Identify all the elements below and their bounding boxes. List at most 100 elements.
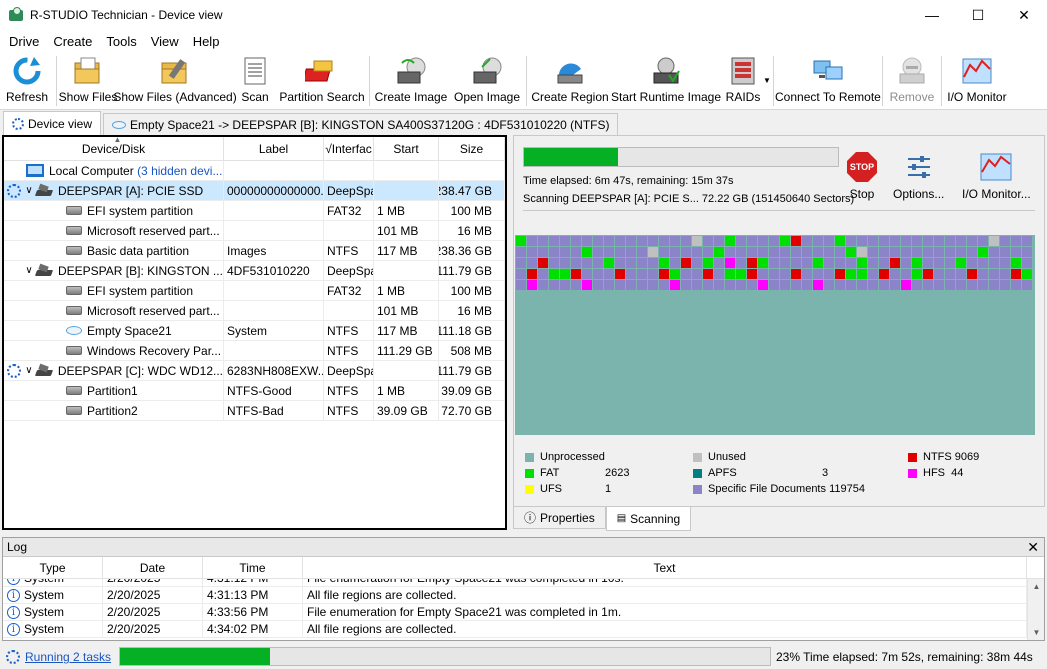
scan-map-cell <box>835 390 845 400</box>
tab-properties[interactable]: ⓘ Properties <box>513 507 606 529</box>
tree-row-partition[interactable]: Partition1 NTFS-Good NTFS 1 MB 39.09 GB <box>4 381 505 401</box>
tree-row-disk[interactable]: ∨ DEEPSPAR [A]: PCIE SSD 00000000000000...… <box>4 181 505 201</box>
scan-button[interactable]: Scan <box>233 52 277 108</box>
scan-map-cell <box>780 313 790 323</box>
scan-map-cell <box>989 291 999 301</box>
column-header-device[interactable]: ▲ Device/Disk <box>4 137 224 160</box>
options-button[interactable]: Options... <box>893 152 944 201</box>
collapse-chevron-icon[interactable]: ∨ <box>23 185 35 196</box>
tree-cell-name: Partition2 <box>87 403 138 418</box>
scan-map-cell <box>769 302 779 312</box>
collapse-chevron-icon[interactable]: ∨ <box>23 365 35 376</box>
scan-map-cell <box>824 269 834 279</box>
log-row[interactable]: i System 2/20/2025 4:31:13 PM All file regio… <box>3 586 1027 604</box>
tree-row-disk[interactable]: ∨ DEEPSPAR [C]: WDC WD12... 6283NH808EXW..… <box>4 361 505 381</box>
scroll-up-icon[interactable]: ▲ <box>1028 579 1044 594</box>
tree-row-partition[interactable]: Partition2 NTFS-Bad NTFS 39.09 GB 72.70 GB <box>4 401 505 421</box>
create-region-button[interactable]: Create Region <box>529 52 611 108</box>
scan-map-cell <box>626 291 636 301</box>
menu-tools[interactable]: Tools <box>99 34 143 49</box>
menu-view[interactable]: View <box>144 34 186 49</box>
menu-create[interactable]: Create <box>46 34 99 49</box>
log-column-date[interactable]: Date <box>103 557 203 578</box>
tree-row-partition[interactable]: Basic data partition Images NTFS 117 MB 238.… <box>4 241 505 261</box>
running-tasks-link[interactable]: Running 2 tasks <box>25 650 111 664</box>
io-monitor-scan-label: I/O Monitor... <box>962 187 1031 201</box>
scan-map-cell <box>703 379 713 389</box>
scan-map-cell <box>934 280 944 290</box>
scan-map-cell <box>681 247 691 257</box>
log-cell-type: System <box>24 579 64 585</box>
collapse-chevron-icon[interactable]: ∨ <box>23 265 35 276</box>
raids-dropdown-arrow-icon[interactable]: ▼ <box>763 76 771 85</box>
show-files-button[interactable]: Show Files <box>59 52 117 108</box>
tree-row-partition[interactable]: Microsoft reserved part... 101 MB 16 MB <box>4 221 505 241</box>
scan-map-cell <box>670 258 680 268</box>
tab-device-view[interactable]: Device view <box>3 111 102 135</box>
scan-map-cell <box>670 302 680 312</box>
tree-row-partition[interactable]: Empty Space21 System NTFS 117 MB 111.18 GB <box>4 321 505 341</box>
scan-map-cell <box>714 247 724 257</box>
scan-map-cell <box>648 324 658 334</box>
log-row[interactable]: i System 2/20/2025 4:33:56 PM File enumerati… <box>3 603 1027 621</box>
log-scrollbar[interactable]: ▲ ▼ <box>1027 579 1044 640</box>
tree-row-partition[interactable]: EFI system partition FAT32 1 MB 100 MB <box>4 201 505 221</box>
tree-row-partition[interactable]: Microsoft reserved part... 101 MB 16 MB <box>4 301 505 321</box>
stop-button[interactable]: STOP Stop <box>847 152 877 201</box>
column-header-interface[interactable]: √Interfac <box>324 137 374 160</box>
scan-map-cell <box>802 412 812 422</box>
log-column-type[interactable]: Type <box>3 557 103 578</box>
scan-map-cell <box>615 324 625 334</box>
log-row[interactable]: i System 2/20/2025 4:34:02 PM All file regio… <box>3 620 1027 638</box>
connect-to-remote-button[interactable]: Connect To Remote <box>775 52 881 108</box>
open-image-button[interactable]: Open Image <box>450 52 524 108</box>
log-column-text[interactable]: Text <box>303 557 1027 578</box>
scan-map-cell <box>538 258 548 268</box>
menu-help[interactable]: Help <box>186 34 227 49</box>
scan-map-cell <box>549 423 559 433</box>
hidden-devices-link[interactable]: (3 hidden devi... <box>137 164 222 178</box>
create-image-button[interactable]: Create Image <box>372 52 450 108</box>
scroll-down-icon[interactable]: ▼ <box>1028 625 1044 640</box>
raids-button[interactable]: RAIDs <box>721 52 765 108</box>
scan-map-cell <box>736 423 746 433</box>
scan-map-cell <box>593 280 603 290</box>
tab-scanning[interactable]: ▤ Scanning <box>605 507 692 531</box>
remove-button[interactable]: Remove <box>885 52 939 108</box>
scan-map-cell <box>835 258 845 268</box>
column-header-size[interactable]: Size <box>439 137 505 160</box>
io-monitor-scan-button[interactable]: I/O Monitor... <box>962 152 1031 201</box>
scan-map-cell <box>879 390 889 400</box>
scan-map-cell <box>648 269 658 279</box>
tree-row-local-computer[interactable]: Local Computer (3 hidden devi... <box>4 161 505 181</box>
tab-device-view-label: Device view <box>28 116 93 131</box>
log-column-time[interactable]: Time <box>203 557 303 578</box>
menu-drive[interactable]: Drive <box>2 34 46 49</box>
scan-map-cell <box>934 313 944 323</box>
tree-row-partition[interactable]: Windows Recovery Par... NTFS 111.29 GB 508 … <box>4 341 505 361</box>
scan-map-cell <box>659 258 669 268</box>
show-files-advanced-button[interactable]: Show Files (Advanced) <box>113 52 237 108</box>
log-close-button[interactable]: ✕ <box>1027 539 1039 556</box>
tree-cell-size: 16 MB <box>439 221 505 241</box>
tree-row-partition[interactable]: EFI system partition FAT32 1 MB 100 MB <box>4 281 505 301</box>
column-header-label[interactable]: Label <box>224 137 324 160</box>
tab-scan-target[interactable]: Empty Space21 -> DEEPSPAR [B]: KINGSTON … <box>103 113 619 135</box>
minimize-button[interactable]: — <box>909 0 955 30</box>
column-header-start[interactable]: Start <box>374 137 439 160</box>
scan-map-cell <box>791 291 801 301</box>
scan-map-cell <box>637 346 647 356</box>
close-button[interactable]: ✕ <box>1001 0 1047 30</box>
scan-map-cell <box>890 390 900 400</box>
scan-map-cell <box>912 258 922 268</box>
scan-map-cell <box>923 390 933 400</box>
partition-search-button[interactable]: Partition Search <box>277 52 367 108</box>
scan-map-cell <box>780 368 790 378</box>
scan-map-cell <box>516 423 526 433</box>
tree-row-disk[interactable]: ∨ DEEPSPAR [B]: KINGSTON ... 4DF531010220 D… <box>4 261 505 281</box>
io-monitor-button[interactable]: I/O Monitor <box>944 52 1010 108</box>
refresh-button[interactable]: Refresh <box>0 52 54 108</box>
start-runtime-image-button[interactable]: Start Runtime Image <box>611 52 721 108</box>
scan-map-cell <box>593 247 603 257</box>
maximize-button[interactable]: ☐ <box>955 0 1001 30</box>
